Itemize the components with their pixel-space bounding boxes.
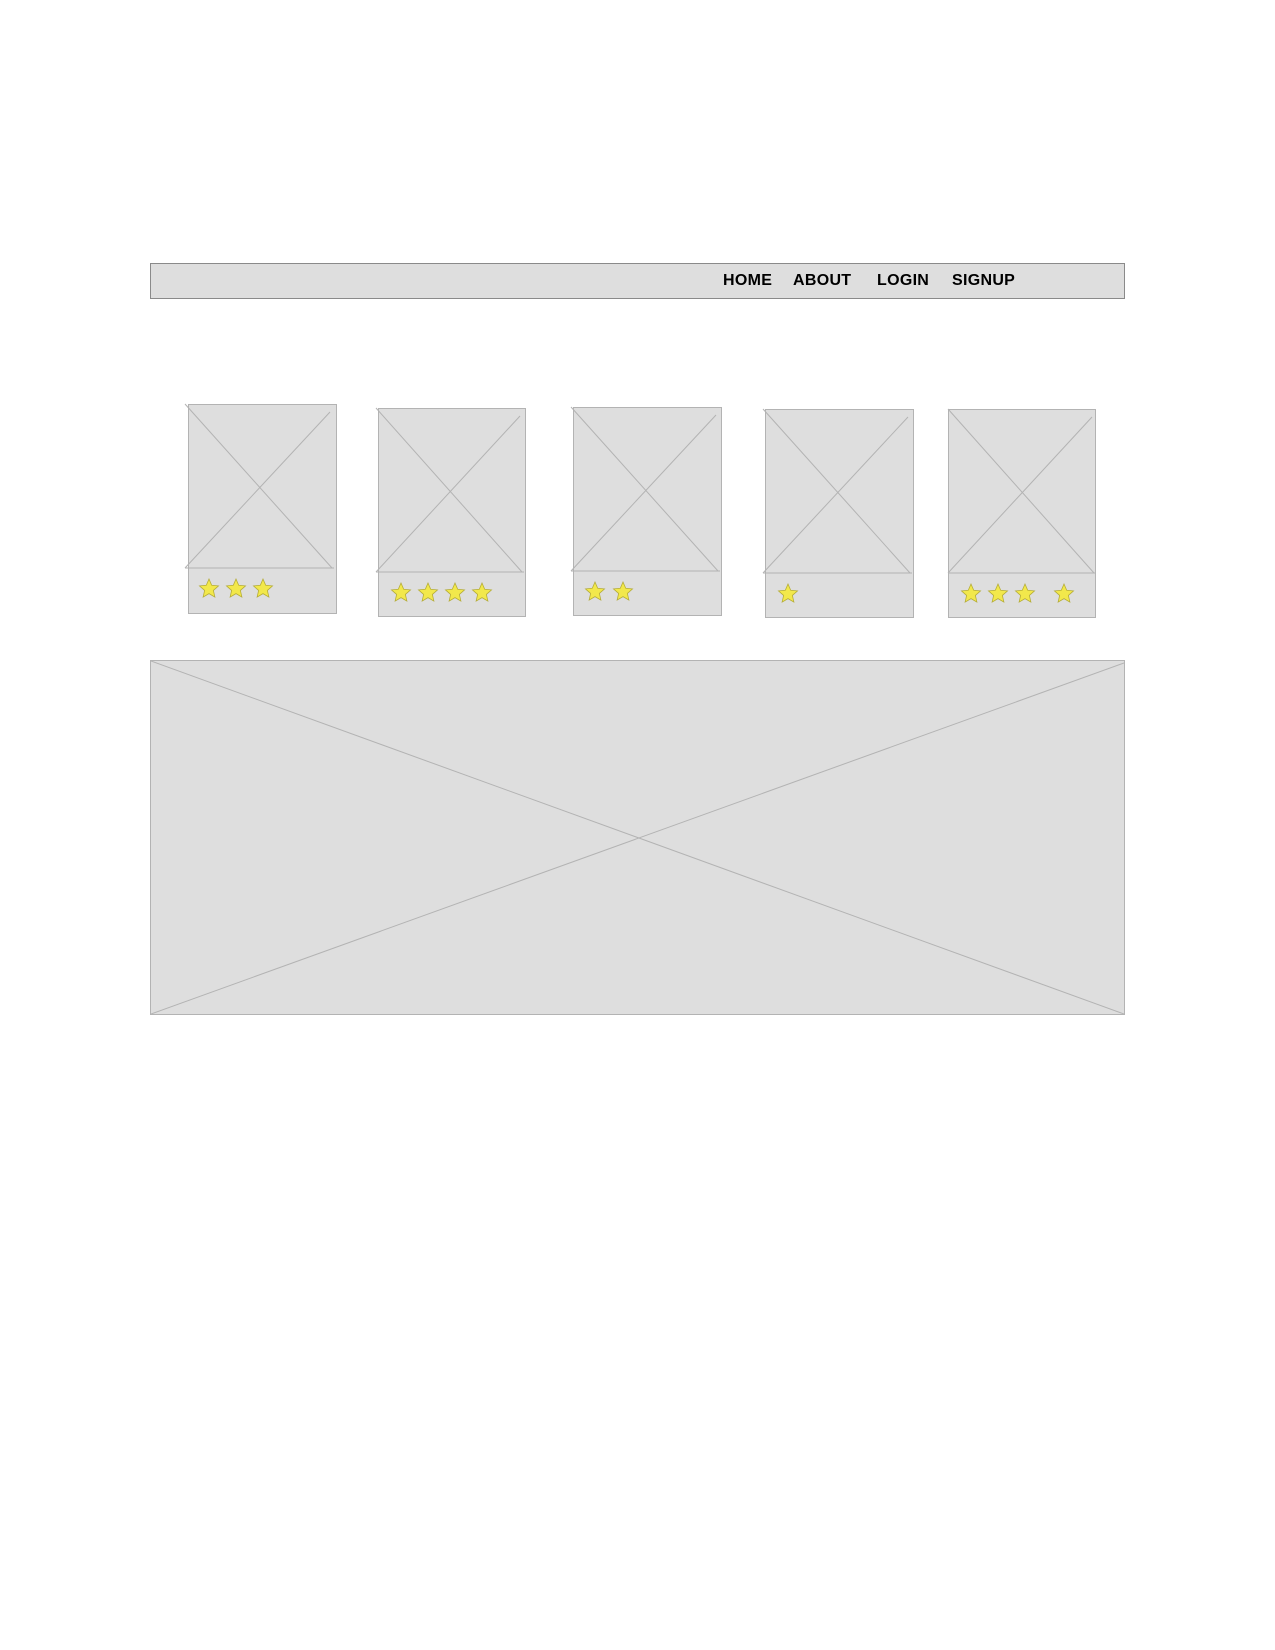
star-icon	[252, 577, 274, 598]
nav-about-link[interactable]: ABOUT	[793, 264, 851, 298]
star-icon	[987, 582, 1009, 603]
card-star-rating	[777, 582, 799, 603]
nav-home-link[interactable]: HOME	[723, 264, 772, 298]
star-icon	[1053, 582, 1075, 603]
star-icon	[777, 582, 799, 603]
star-icon	[390, 581, 412, 602]
card-image-placeholder	[570, 406, 720, 572]
star-icon	[612, 580, 634, 601]
card-image-placeholder	[762, 408, 912, 574]
nav-login-link[interactable]: LOGIN	[877, 264, 929, 298]
star-icon	[225, 577, 247, 598]
product-card-3[interactable]	[570, 406, 722, 616]
hero-banner-image	[150, 660, 1125, 1015]
star-icon	[1014, 582, 1036, 603]
star-icon	[417, 581, 439, 602]
card-star-rating	[198, 577, 274, 598]
star-icon	[198, 577, 220, 598]
product-card-2[interactable]	[375, 407, 526, 617]
star-icon	[584, 580, 606, 601]
card-star-rating	[390, 581, 493, 602]
card-image-placeholder	[947, 408, 1096, 574]
product-card-5[interactable]	[947, 408, 1096, 618]
card-image-placeholder	[375, 407, 524, 573]
card-star-rating	[960, 582, 1075, 603]
product-card-4[interactable]	[762, 408, 914, 618]
star-icon	[960, 582, 982, 603]
star-icon	[471, 581, 493, 602]
top-navbar: HOME ABOUT LOGIN SIGNUP	[150, 263, 1125, 299]
hero-image-placeholder	[151, 661, 1124, 1014]
card-star-rating	[584, 580, 634, 601]
card-image-placeholder	[184, 403, 334, 569]
star-icon	[444, 581, 466, 602]
nav-signup-link[interactable]: SIGNUP	[952, 264, 1015, 298]
product-card-1[interactable]	[184, 403, 337, 614]
